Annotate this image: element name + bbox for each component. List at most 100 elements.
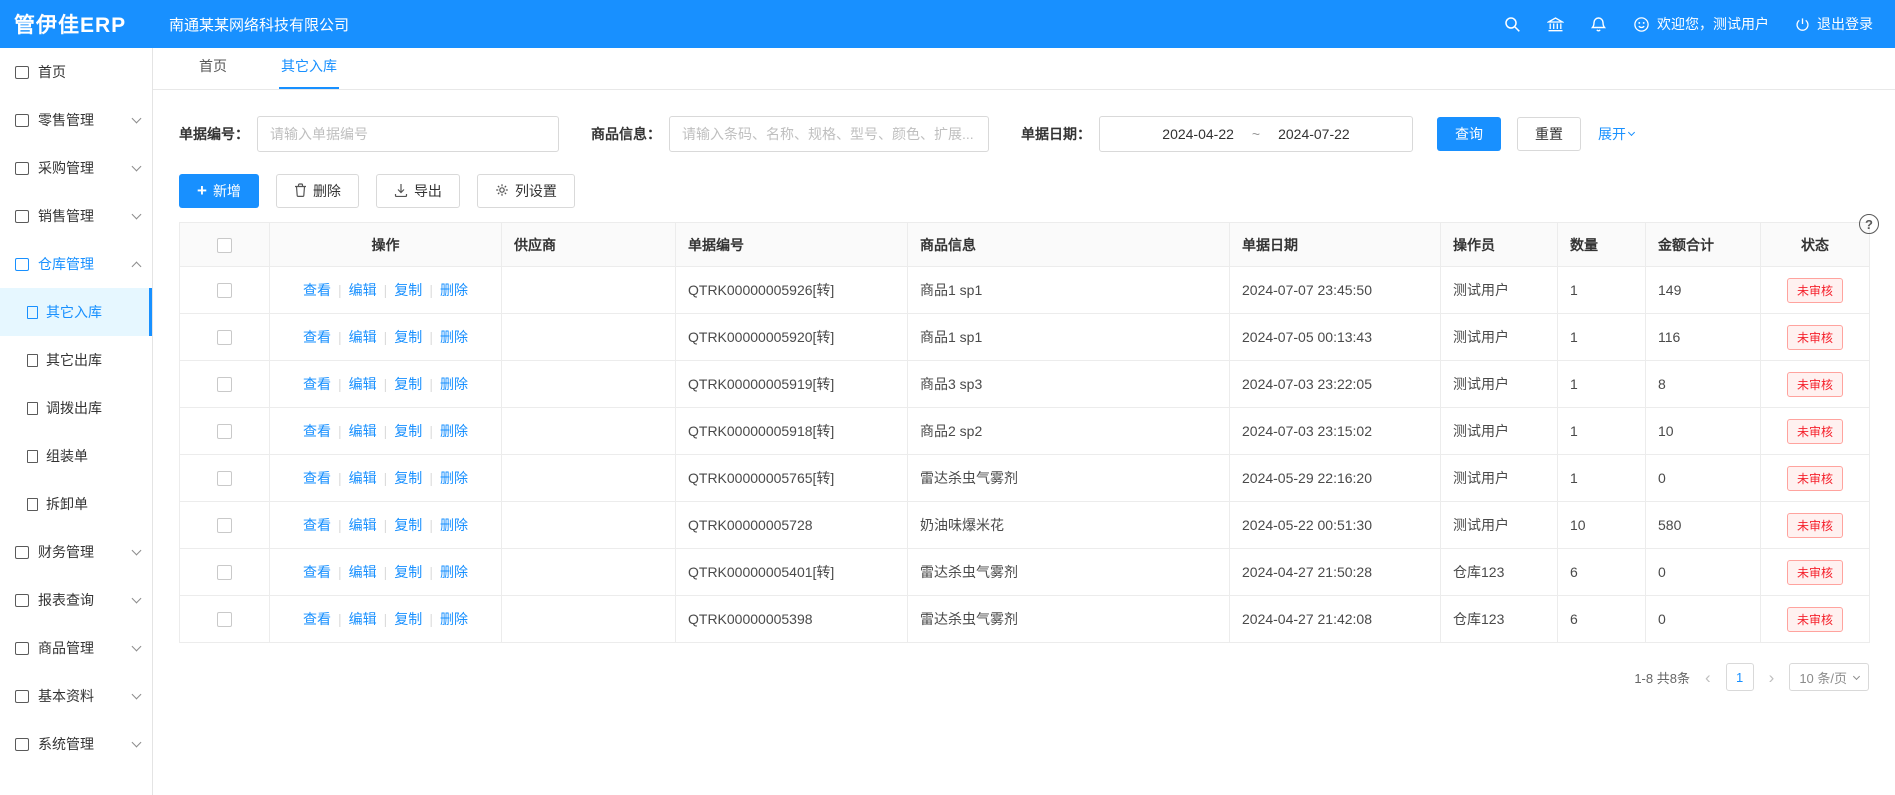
- table-row: 查看|编辑|复制|删除 QTRK00000005765[转] 雷达杀虫气雾剂 2…: [180, 455, 1870, 502]
- tab-other-inbound[interactable]: 其它入库: [279, 56, 339, 89]
- search-button[interactable]: 查询: [1437, 117, 1501, 151]
- sidebar-item-other-outbound[interactable]: 其它出库: [0, 336, 152, 384]
- delete-link[interactable]: 删除: [440, 423, 468, 439]
- sidebar-item-warehouse[interactable]: 仓库管理: [0, 240, 152, 288]
- column-settings-button[interactable]: 列设置: [477, 174, 575, 208]
- view-link[interactable]: 查看: [303, 517, 331, 533]
- page-1-button[interactable]: 1: [1726, 663, 1754, 691]
- sidebar-item-retail[interactable]: 零售管理: [0, 96, 152, 144]
- sidebar-item-sales[interactable]: 销售管理: [0, 192, 152, 240]
- delete-link[interactable]: 删除: [440, 329, 468, 345]
- edit-link[interactable]: 编辑: [349, 376, 377, 392]
- row-checkbox[interactable]: [217, 377, 232, 392]
- delete-link[interactable]: 删除: [440, 611, 468, 627]
- copy-link[interactable]: 复制: [394, 376, 422, 392]
- search-icon[interactable]: [1504, 16, 1521, 33]
- action-separator: |: [384, 376, 388, 392]
- row-checkbox[interactable]: [217, 471, 232, 486]
- sidebar-item-finance[interactable]: 财务管理: [0, 528, 152, 576]
- reset-button[interactable]: 重置: [1517, 117, 1581, 151]
- sidebar-item-transfer-outbound[interactable]: 调拨出库: [0, 384, 152, 432]
- view-link[interactable]: 查看: [303, 376, 331, 392]
- add-button[interactable]: + 新增: [179, 174, 259, 208]
- system-icon: [15, 738, 29, 751]
- select-all-checkbox[interactable]: [217, 238, 232, 253]
- row-checkbox[interactable]: [217, 612, 232, 627]
- view-link[interactable]: 查看: [303, 611, 331, 627]
- export-button[interactable]: 导出: [376, 174, 460, 208]
- bell-icon[interactable]: [1590, 16, 1607, 33]
- copy-link[interactable]: 复制: [394, 517, 422, 533]
- row-checkbox[interactable]: [217, 283, 232, 298]
- row-checkbox[interactable]: [217, 518, 232, 533]
- page-size-select[interactable]: 10 条/页: [1789, 663, 1869, 691]
- delete-link[interactable]: 删除: [440, 517, 468, 533]
- filter-bar: 单据编号： 商品信息： 单据日期： 2024-04-22 ~ 2024-07-2…: [153, 90, 1895, 152]
- delete-link[interactable]: 删除: [440, 470, 468, 486]
- status-badge: 未审核: [1787, 278, 1843, 303]
- delete-button[interactable]: 删除: [276, 174, 359, 208]
- order-no-input[interactable]: [257, 116, 559, 152]
- edit-link[interactable]: 编辑: [349, 282, 377, 298]
- sidebar-item-reports[interactable]: 报表查询: [0, 576, 152, 624]
- next-page-button[interactable]: ›: [1767, 669, 1777, 686]
- delete-link[interactable]: 删除: [440, 282, 468, 298]
- date-end[interactable]: 2024-07-22: [1278, 126, 1350, 142]
- operator-cell: 测试用户: [1441, 455, 1558, 502]
- view-link[interactable]: 查看: [303, 282, 331, 298]
- help-icon[interactable]: ?: [1859, 214, 1879, 234]
- date-range-picker[interactable]: 2024-04-22 ~ 2024-07-22: [1099, 116, 1413, 152]
- sidebar-item-purchase[interactable]: 采购管理: [0, 144, 152, 192]
- row-checkbox[interactable]: [217, 424, 232, 439]
- action-separator: |: [338, 329, 342, 345]
- toolbar: + 新增 删除 导出 列设置: [153, 152, 1895, 208]
- status-cell: 未审核: [1761, 502, 1870, 549]
- qty-cell: 6: [1558, 549, 1646, 596]
- copy-link[interactable]: 复制: [394, 470, 422, 486]
- edit-link[interactable]: 编辑: [349, 517, 377, 533]
- view-link[interactable]: 查看: [303, 564, 331, 580]
- content-area: 首页 其它入库 单据编号： 商品信息： 单据日期： 2024-04-22 ~ 2…: [153, 48, 1895, 795]
- sidebar-item-home[interactable]: 首页: [0, 48, 152, 96]
- sidebar-item-assembly-order[interactable]: 组装单: [0, 432, 152, 480]
- prev-page-button[interactable]: ‹: [1703, 669, 1713, 686]
- view-link[interactable]: 查看: [303, 470, 331, 486]
- row-checkbox[interactable]: [217, 565, 232, 580]
- delete-link[interactable]: 删除: [440, 564, 468, 580]
- data-table: 操作 供应商 单据编号 商品信息 单据日期 操作员 数量 金额合计 状态 查看|…: [179, 222, 1870, 643]
- operator-cell: 测试用户: [1441, 408, 1558, 455]
- sidebar-item-system[interactable]: 系统管理: [0, 720, 152, 768]
- row-checkbox[interactable]: [217, 330, 232, 345]
- edit-link[interactable]: 编辑: [349, 423, 377, 439]
- expand-toggle[interactable]: 展开: [1598, 124, 1634, 144]
- logout-button[interactable]: 退出登录: [1795, 14, 1873, 34]
- edit-link[interactable]: 编辑: [349, 329, 377, 345]
- sidebar-item-products[interactable]: 商品管理: [0, 624, 152, 672]
- date-label: 单据日期：: [1021, 124, 1091, 144]
- bank-icon[interactable]: [1547, 16, 1564, 33]
- edit-link[interactable]: 编辑: [349, 611, 377, 627]
- sidebar-item-disassembly-order[interactable]: 拆卸单: [0, 480, 152, 528]
- date-start[interactable]: 2024-04-22: [1162, 126, 1234, 142]
- sidebar-item-other-inbound[interactable]: 其它入库: [0, 288, 152, 336]
- status-cell: 未审核: [1761, 596, 1870, 643]
- copy-link[interactable]: 复制: [394, 423, 422, 439]
- view-link[interactable]: 查看: [303, 423, 331, 439]
- copy-link[interactable]: 复制: [394, 564, 422, 580]
- tab-home[interactable]: 首页: [197, 56, 229, 89]
- action-separator: |: [338, 282, 342, 298]
- delete-link[interactable]: 删除: [440, 376, 468, 392]
- product-info-input[interactable]: [669, 116, 989, 152]
- sidebar-item-basic-data[interactable]: 基本资料: [0, 672, 152, 720]
- amount-cell: 0: [1646, 596, 1761, 643]
- user-menu[interactable]: 欢迎您，测试用户: [1633, 14, 1769, 34]
- view-link[interactable]: 查看: [303, 329, 331, 345]
- edit-link[interactable]: 编辑: [349, 470, 377, 486]
- edit-link[interactable]: 编辑: [349, 564, 377, 580]
- date-separator: ~: [1252, 126, 1260, 142]
- delete-label: 删除: [313, 181, 341, 201]
- copy-link[interactable]: 复制: [394, 611, 422, 627]
- copy-link[interactable]: 复制: [394, 282, 422, 298]
- status-cell: 未审核: [1761, 361, 1870, 408]
- copy-link[interactable]: 复制: [394, 329, 422, 345]
